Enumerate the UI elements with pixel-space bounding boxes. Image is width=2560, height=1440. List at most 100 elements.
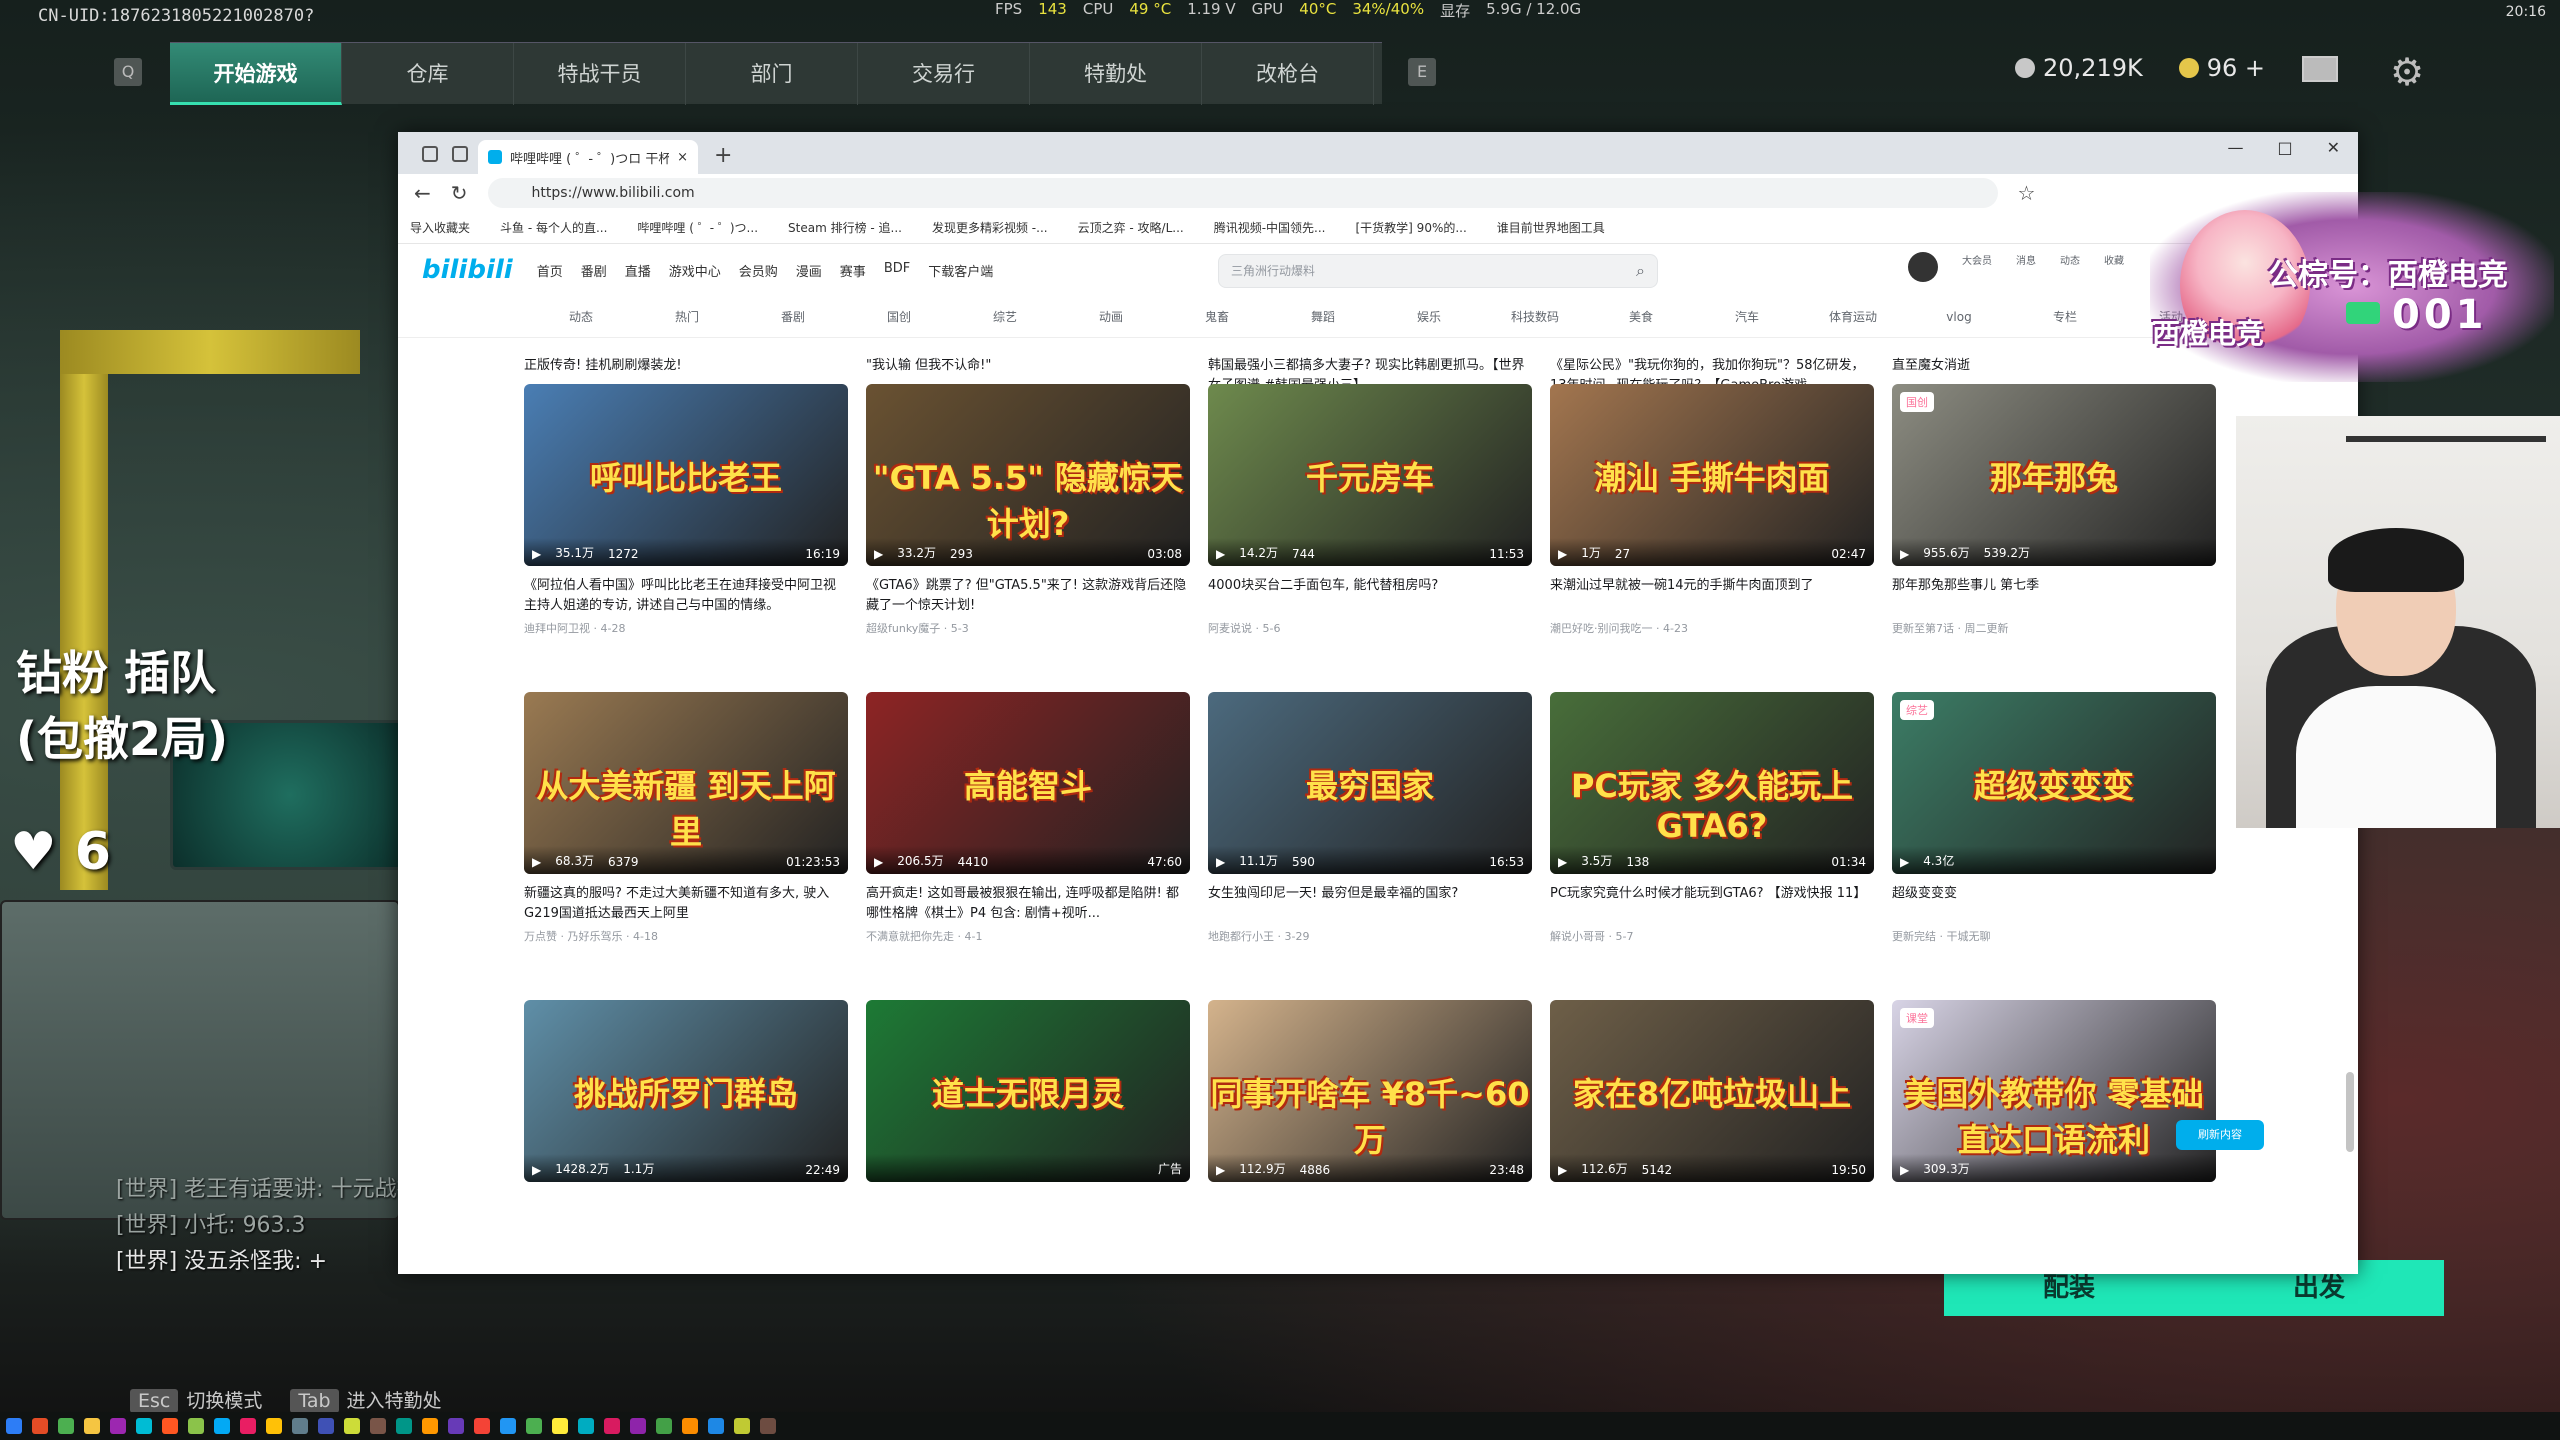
bili-category-item[interactable]: 鬼畜 <box>1164 308 1270 325</box>
bili-header-icon[interactable]: 收藏 <box>2104 252 2124 282</box>
video-title[interactable]: PC玩家究竟什么时候才能玩到GTA6? 【游戏快报 11】 <box>1550 884 1874 924</box>
taskbar-app-icon[interactable] <box>344 1418 360 1434</box>
bili-nav-item[interactable]: BDF <box>884 261 910 280</box>
bili-category-item[interactable]: 番剧 <box>740 308 846 325</box>
bookmark-item[interactable]: 发现更多精彩视频 -... <box>932 219 1048 236</box>
video-thumbnail[interactable]: 千元房车 ▶ 14.2万 744 11:53 <box>1208 384 1532 566</box>
tab-actions-icon[interactable] <box>452 146 468 162</box>
video-thumbnail[interactable]: 潮汕 手撕牛肉面 ▶ 1万 27 02:47 <box>1550 384 1874 566</box>
taskbar-app-icon[interactable] <box>58 1418 74 1434</box>
video-title[interactable]: 高开疯走! 这如哥最被狠狠在输出, 连呼吸都是陷阱! 都哪性格牌《棋士》P4 包… <box>866 884 1190 924</box>
currency-premium[interactable]: 96 + <box>2178 54 2265 82</box>
nav-warehouse[interactable]: 仓库 <box>342 43 514 105</box>
bili-category-item[interactable]: 动画 <box>1058 308 1164 325</box>
taskbar-app-icon[interactable] <box>656 1418 672 1434</box>
bookmark-item[interactable]: Steam 排行榜 - 追... <box>788 219 902 236</box>
mail-icon[interactable] <box>2302 56 2338 82</box>
video-thumbnail[interactable]: 最穷国家 ▶ 11.1万 590 16:53 <box>1208 692 1532 874</box>
video-thumbnail[interactable]: 道士无限月灵 广告 <box>866 1000 1190 1182</box>
bili-category-item[interactable]: 国创 <box>846 308 952 325</box>
bili-category-item[interactable]: 娱乐 <box>1376 308 1482 325</box>
currency-coins[interactable]: 20,219K <box>2015 54 2143 82</box>
video-thumbnail[interactable]: "GTA 5.5" 隐藏惊天计划? ▶ 33.2万 293 03:08 <box>866 384 1190 566</box>
bili-category-item[interactable]: 体育运动 <box>1800 308 1906 325</box>
video-card[interactable]: 最穷国家 ▶ 11.1万 590 16:53 女生独闯印尼一天! 最穷但是最幸福的国家? 地… <box>1208 692 1532 944</box>
refresh-icon[interactable]: ↻ <box>451 181 468 205</box>
bili-category-item[interactable]: 美食 <box>1588 308 1694 325</box>
video-card[interactable]: 呼叫比比老王 ▶ 35.1万 1272 16:19 《阿拉伯人看中国》呼叫比比老王在迪拜接… <box>524 384 848 636</box>
taskbar-app-icon[interactable] <box>630 1418 646 1434</box>
video-thumbnail[interactable]: PC玩家 多久能玩上GTA6? ▶ 3.5万 138 01:34 <box>1550 692 1874 874</box>
taskbar-app-icon[interactable] <box>578 1418 594 1434</box>
video-card[interactable]: 超级变变变 综艺 ▶ 4.3亿 超级变变变 更新完结 · 干城无聊 <box>1892 692 2216 944</box>
bookmark-item[interactable]: 谁目前世界地图工具 <box>1497 219 1605 236</box>
video-card[interactable]: 家在8亿吨垃圾山上 ▶ 112.6万 5142 19:50 <box>1550 1000 1874 1182</box>
video-thumbnail[interactable]: 那年那兔 国创 ▶ 955.6万 539.2万 <box>1892 384 2216 566</box>
bookmark-item[interactable]: 斗鱼 - 每个人的直... <box>500 219 607 236</box>
hotkey-special-ops[interactable]: Tab 进入特勤处 <box>290 1386 442 1413</box>
video-card[interactable]: 美国外教带你 零基础直达口语流利 课堂 ▶ 309.3万 <box>1892 1000 2216 1182</box>
nav-prev-key[interactable]: Q <box>114 58 142 86</box>
taskbar-app-icon[interactable] <box>422 1418 438 1434</box>
nav-next-key[interactable]: E <box>1408 58 1436 86</box>
bili-nav-item[interactable]: 番剧 <box>581 261 607 280</box>
scrollbar[interactable] <box>2346 1072 2354 1152</box>
workspaces-icon[interactable] <box>422 146 438 162</box>
video-card[interactable]: "GTA 5.5" 隐藏惊天计划? ▶ 33.2万 293 03:08 《GTA6》跳票了… <box>866 384 1190 636</box>
video-thumbnail[interactable]: 家在8亿吨垃圾山上 ▶ 112.6万 5142 19:50 <box>1550 1000 1874 1182</box>
bookmark-item[interactable]: 腾讯视频-中国领先... <box>1214 219 1326 236</box>
gear-icon[interactable]: ⚙ <box>2390 50 2424 94</box>
video-title[interactable]: 《GTA6》跳票了? 但"GTA5.5"来了! 这款游戏背后还隐藏了一个惊天计划… <box>866 576 1190 616</box>
bili-header-icon[interactable]: 动态 <box>2060 252 2080 282</box>
taskbar-app-icon[interactable] <box>448 1418 464 1434</box>
taskbar-app-icon[interactable] <box>214 1418 230 1434</box>
taskbar-app-icon[interactable] <box>682 1418 698 1434</box>
video-title[interactable]: 《阿拉伯人看中国》呼叫比比老王在迪拜接受中阿卫视主持人姐递的专访, 讲述自己与中… <box>524 576 848 616</box>
nav-operators[interactable]: 特战干员 <box>514 43 686 105</box>
bookmark-item[interactable]: 哔哩哔哩 ( ゜- ゜)つ... <box>637 219 758 236</box>
video-card[interactable]: 潮汕 手撕牛肉面 ▶ 1万 27 02:47 来潮汕过早就被一碗14元的手撕牛肉面顶到了潮… <box>1550 384 1874 636</box>
bili-nav-item[interactable]: 游戏中心 <box>669 261 721 280</box>
bili-nav-item[interactable]: 漫画 <box>796 261 822 280</box>
nav-trading[interactable]: 交易行 <box>858 43 1030 105</box>
taskbar-app-icon[interactable] <box>552 1418 568 1434</box>
video-card[interactable]: 从大美新疆 到天上阿里 ▶ 68.3万 6379 01:23:53 新疆这真的服吗? 不走… <box>524 692 848 944</box>
taskbar-app-icon[interactable] <box>162 1418 178 1434</box>
taskbar-app-icon[interactable] <box>136 1418 152 1434</box>
nav-start-game[interactable]: 开始游戏 <box>170 43 342 105</box>
video-title[interactable]: 来潮汕过早就被一碗14元的手撕牛肉面顶到了 <box>1550 576 1874 616</box>
bili-category-item[interactable]: vlog <box>1906 310 2012 324</box>
taskbar-app-icon[interactable] <box>292 1418 308 1434</box>
taskbar-app-icon[interactable] <box>526 1418 542 1434</box>
bili-nav-item[interactable]: 首页 <box>537 261 563 280</box>
taskbar-app-icon[interactable] <box>6 1418 22 1434</box>
bili-category-item[interactable]: 动态 <box>528 308 634 325</box>
taskbar-app-icon[interactable] <box>32 1418 48 1434</box>
video-title[interactable]: 超级变变变 <box>1892 884 2216 924</box>
bili-category-item[interactable]: 科技数码 <box>1482 308 1588 325</box>
video-thumbnail[interactable]: 高能智斗 ▶ 206.5万 4410 47:60 <box>866 692 1190 874</box>
taskbar-app-icon[interactable] <box>474 1418 490 1434</box>
video-card[interactable]: 同事开啥车 ¥8千~60万 ▶ 112.9万 4886 23:48 <box>1208 1000 1532 1182</box>
taskbar-app-icon[interactable] <box>266 1418 282 1434</box>
taskbar-app-icon[interactable] <box>110 1418 126 1434</box>
video-card[interactable]: PC玩家 多久能玩上GTA6? ▶ 3.5万 138 01:34 PC玩家究竟什么时候才能… <box>1550 692 1874 944</box>
video-card[interactable]: 那年那兔 国创 ▶ 955.6万 539.2万 那年那兔那些事儿 第七季 更新至第7话 · … <box>1892 384 2216 636</box>
video-card[interactable]: 千元房车 ▶ 14.2万 744 11:53 4000块买台二手面包车, 能代替租房吗? 阿… <box>1208 384 1532 636</box>
video-thumbnail[interactable]: 超级变变变 综艺 ▶ 4.3亿 <box>1892 692 2216 874</box>
taskbar-app-icon[interactable] <box>240 1418 256 1434</box>
taskbar-app-icon[interactable] <box>604 1418 620 1434</box>
bili-category-item[interactable]: 汽车 <box>1694 308 1800 325</box>
back-icon[interactable]: ← <box>414 181 431 205</box>
taskbar-app-icon[interactable] <box>396 1418 412 1434</box>
taskbar-app-icon[interactable] <box>318 1418 334 1434</box>
video-card[interactable]: 道士无限月灵 广告 <box>866 1000 1190 1182</box>
bili-category-item[interactable]: 舞蹈 <box>1270 308 1376 325</box>
nav-department[interactable]: 部门 <box>686 43 858 105</box>
taskbar-app-icon[interactable] <box>500 1418 516 1434</box>
bookmark-item[interactable]: [干货教学] 90%的... <box>1356 219 1467 236</box>
video-thumbnail[interactable]: 挑战所罗门群岛 ▶ 1428.2万 1.1万 22:49 <box>524 1000 848 1182</box>
video-title[interactable]: 4000块买台二手面包车, 能代替租房吗? <box>1208 576 1532 616</box>
video-thumbnail[interactable]: 呼叫比比老王 ▶ 35.1万 1272 16:19 <box>524 384 848 566</box>
tab-bilibili[interactable]: 哔哩哔哩 ( ゜- ゜)つロ 干杯~-bilibili × <box>478 140 698 174</box>
